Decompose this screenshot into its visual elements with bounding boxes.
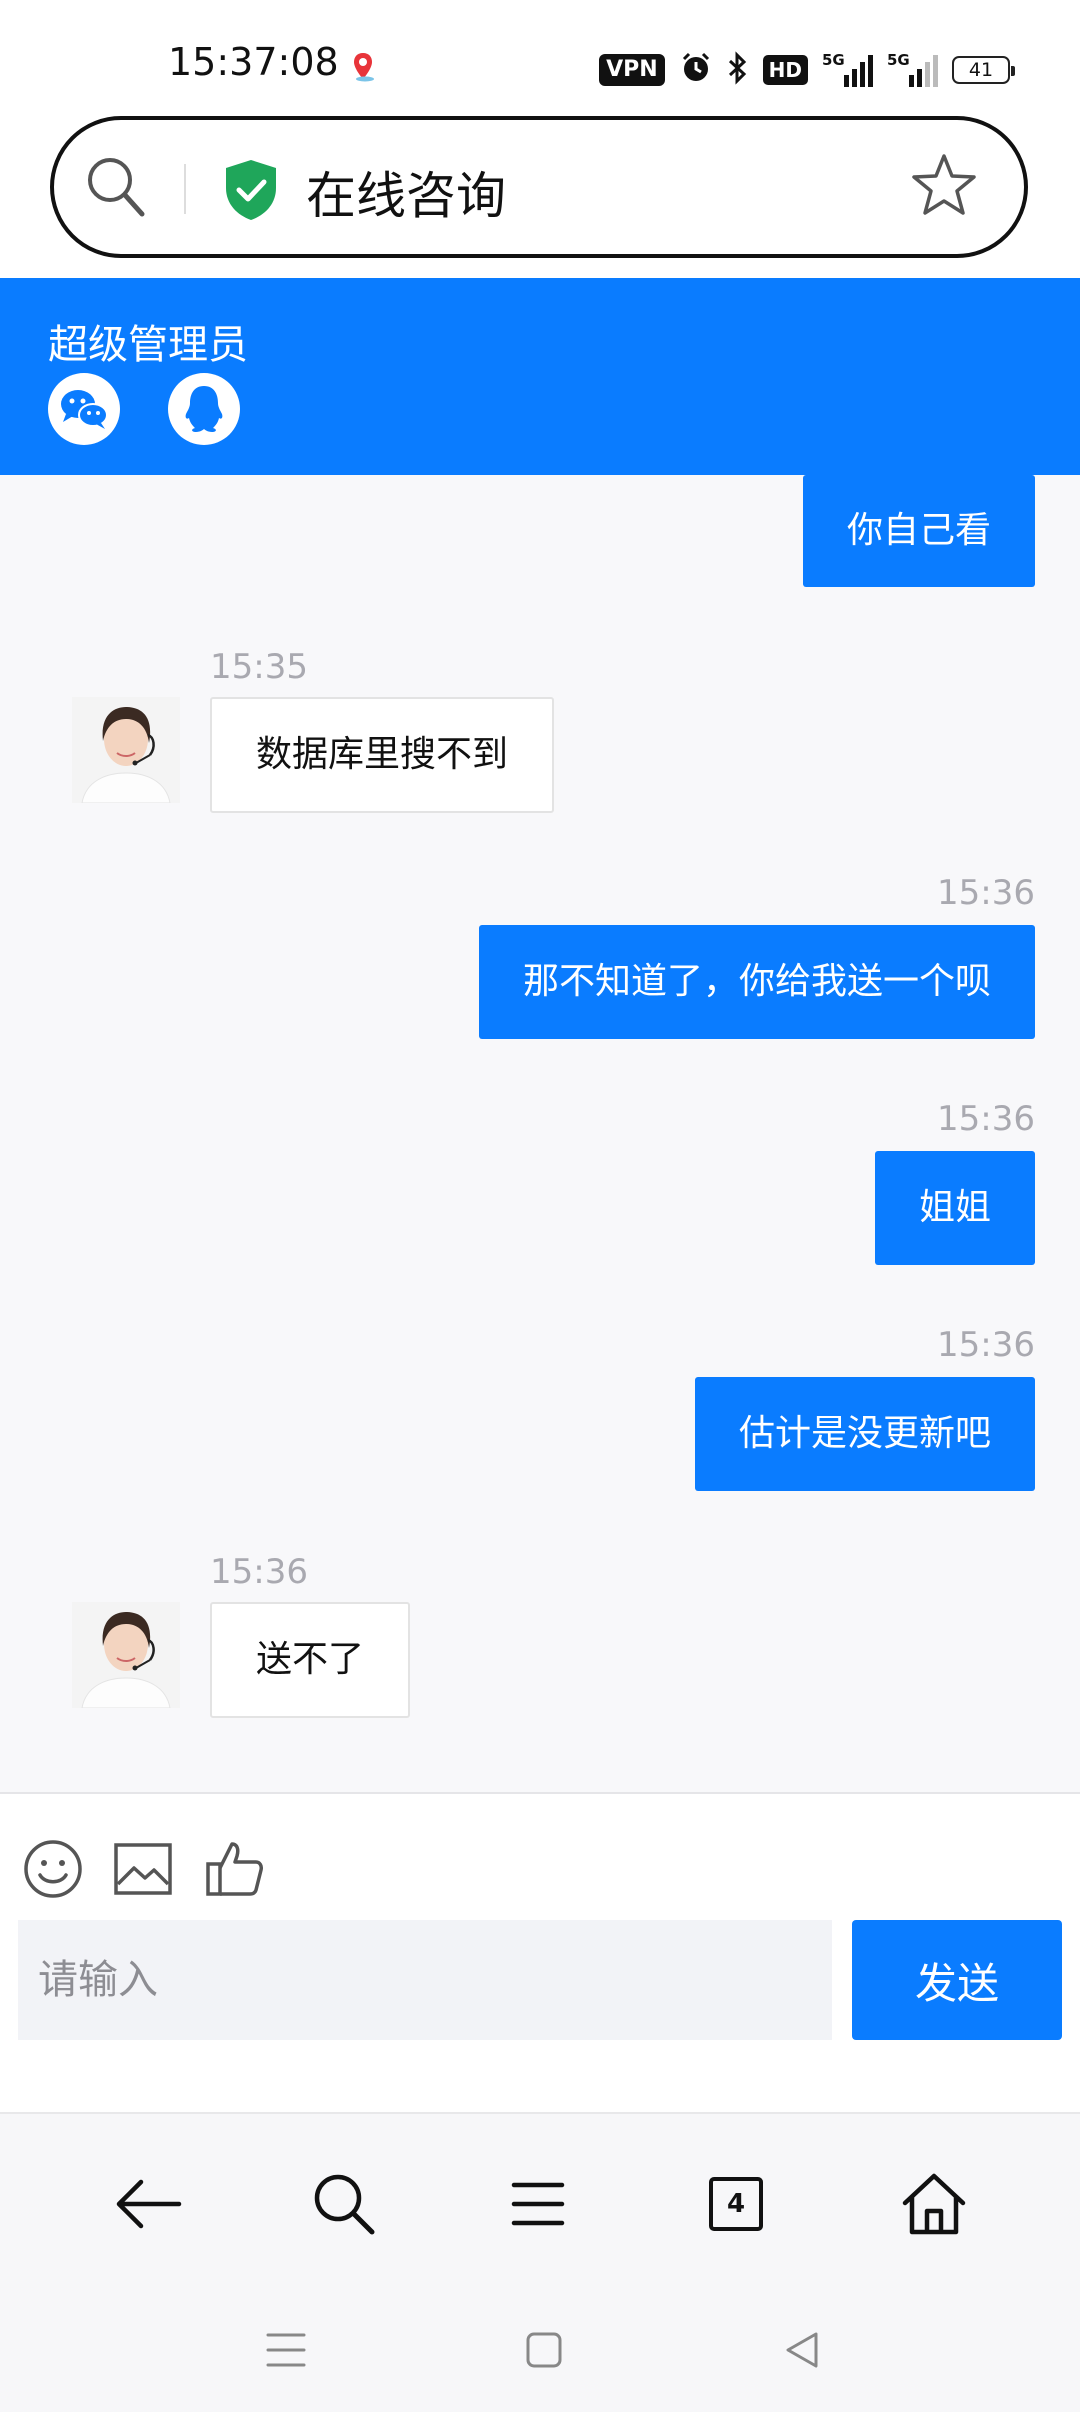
- image-icon[interactable]: [112, 1838, 174, 1904]
- battery-icon: 41: [952, 56, 1015, 84]
- bluetooth-icon: [727, 51, 749, 89]
- home-square-icon[interactable]: [514, 2320, 574, 2380]
- chat-header: 超级管理员: [0, 278, 1080, 475]
- agent-avatar: [72, 1602, 180, 1708]
- message-input[interactable]: [18, 1920, 832, 2040]
- agent-avatar: [72, 697, 180, 803]
- bookmark-star-icon[interactable]: [910, 152, 978, 222]
- message-timestamp: 15:36: [937, 1325, 1035, 1365]
- secure-shield-icon: [222, 158, 280, 226]
- incoming-message-bubble: 送不了: [210, 1602, 411, 1718]
- outgoing-message-bubble: 你自己看: [802, 475, 1035, 587]
- vpn-icon: VPN: [599, 54, 665, 86]
- location-pin-icon: [352, 52, 374, 82]
- thumbs-up-icon[interactable]: [204, 1838, 266, 1904]
- input-panel: 发送: [0, 1792, 1080, 2112]
- signal-icon-sim2: 5G: [887, 51, 938, 87]
- home-icon[interactable]: [894, 2164, 974, 2244]
- message-timestamp: 15:35: [210, 647, 308, 687]
- search-icon[interactable]: [304, 2164, 384, 2244]
- recent-apps-icon[interactable]: [256, 2320, 316, 2380]
- incoming-message-bubble: 数据库里搜不到: [210, 697, 555, 813]
- signal-icon-sim1: 5G: [822, 51, 873, 87]
- back-arrow-icon[interactable]: [108, 2164, 188, 2244]
- wechat-icon[interactable]: [48, 373, 120, 445]
- agent-name: 超级管理员: [48, 322, 248, 368]
- message-timestamp: 15:36: [937, 873, 1035, 913]
- outgoing-message-bubble: 估计是没更新吧: [694, 1377, 1035, 1491]
- page-title: 在线咨询: [306, 167, 506, 225]
- address-divider: [184, 164, 186, 214]
- status-time: 15:37:08: [168, 40, 339, 84]
- tabs-button[interactable]: 4: [696, 2164, 776, 2244]
- qq-icon[interactable]: [168, 373, 240, 445]
- status-bar: 15:37:08 VPN HD 5G 5G 41: [0, 0, 1080, 120]
- search-icon[interactable]: [84, 154, 148, 224]
- hd-voice-icon: HD: [762, 55, 808, 85]
- system-navigation-bar: [0, 2280, 1080, 2412]
- tab-count: 4: [709, 2177, 763, 2231]
- menu-icon[interactable]: [498, 2164, 578, 2244]
- back-triangle-icon[interactable]: [772, 2320, 832, 2380]
- address-bar[interactable]: 在线咨询: [50, 116, 1028, 258]
- outgoing-message-bubble: 那不知道了，你给我送一个呗: [478, 925, 1035, 1039]
- message-timestamp: 15:36: [937, 1099, 1035, 1139]
- alarm-icon: [679, 51, 713, 89]
- message-list[interactable]: 你自己看 15:35 数据库里搜不到 15:36 那不知道了，你给我送一个呗 1…: [0, 475, 1080, 1792]
- send-button[interactable]: 发送: [852, 1920, 1062, 2040]
- outgoing-message-bubble: 姐姐: [874, 1151, 1035, 1265]
- battery-level: 41: [968, 59, 994, 81]
- message-timestamp: 15:36: [210, 1552, 308, 1592]
- browser-toolbar: 4: [0, 2112, 1080, 2280]
- emoji-icon[interactable]: [22, 1838, 84, 1904]
